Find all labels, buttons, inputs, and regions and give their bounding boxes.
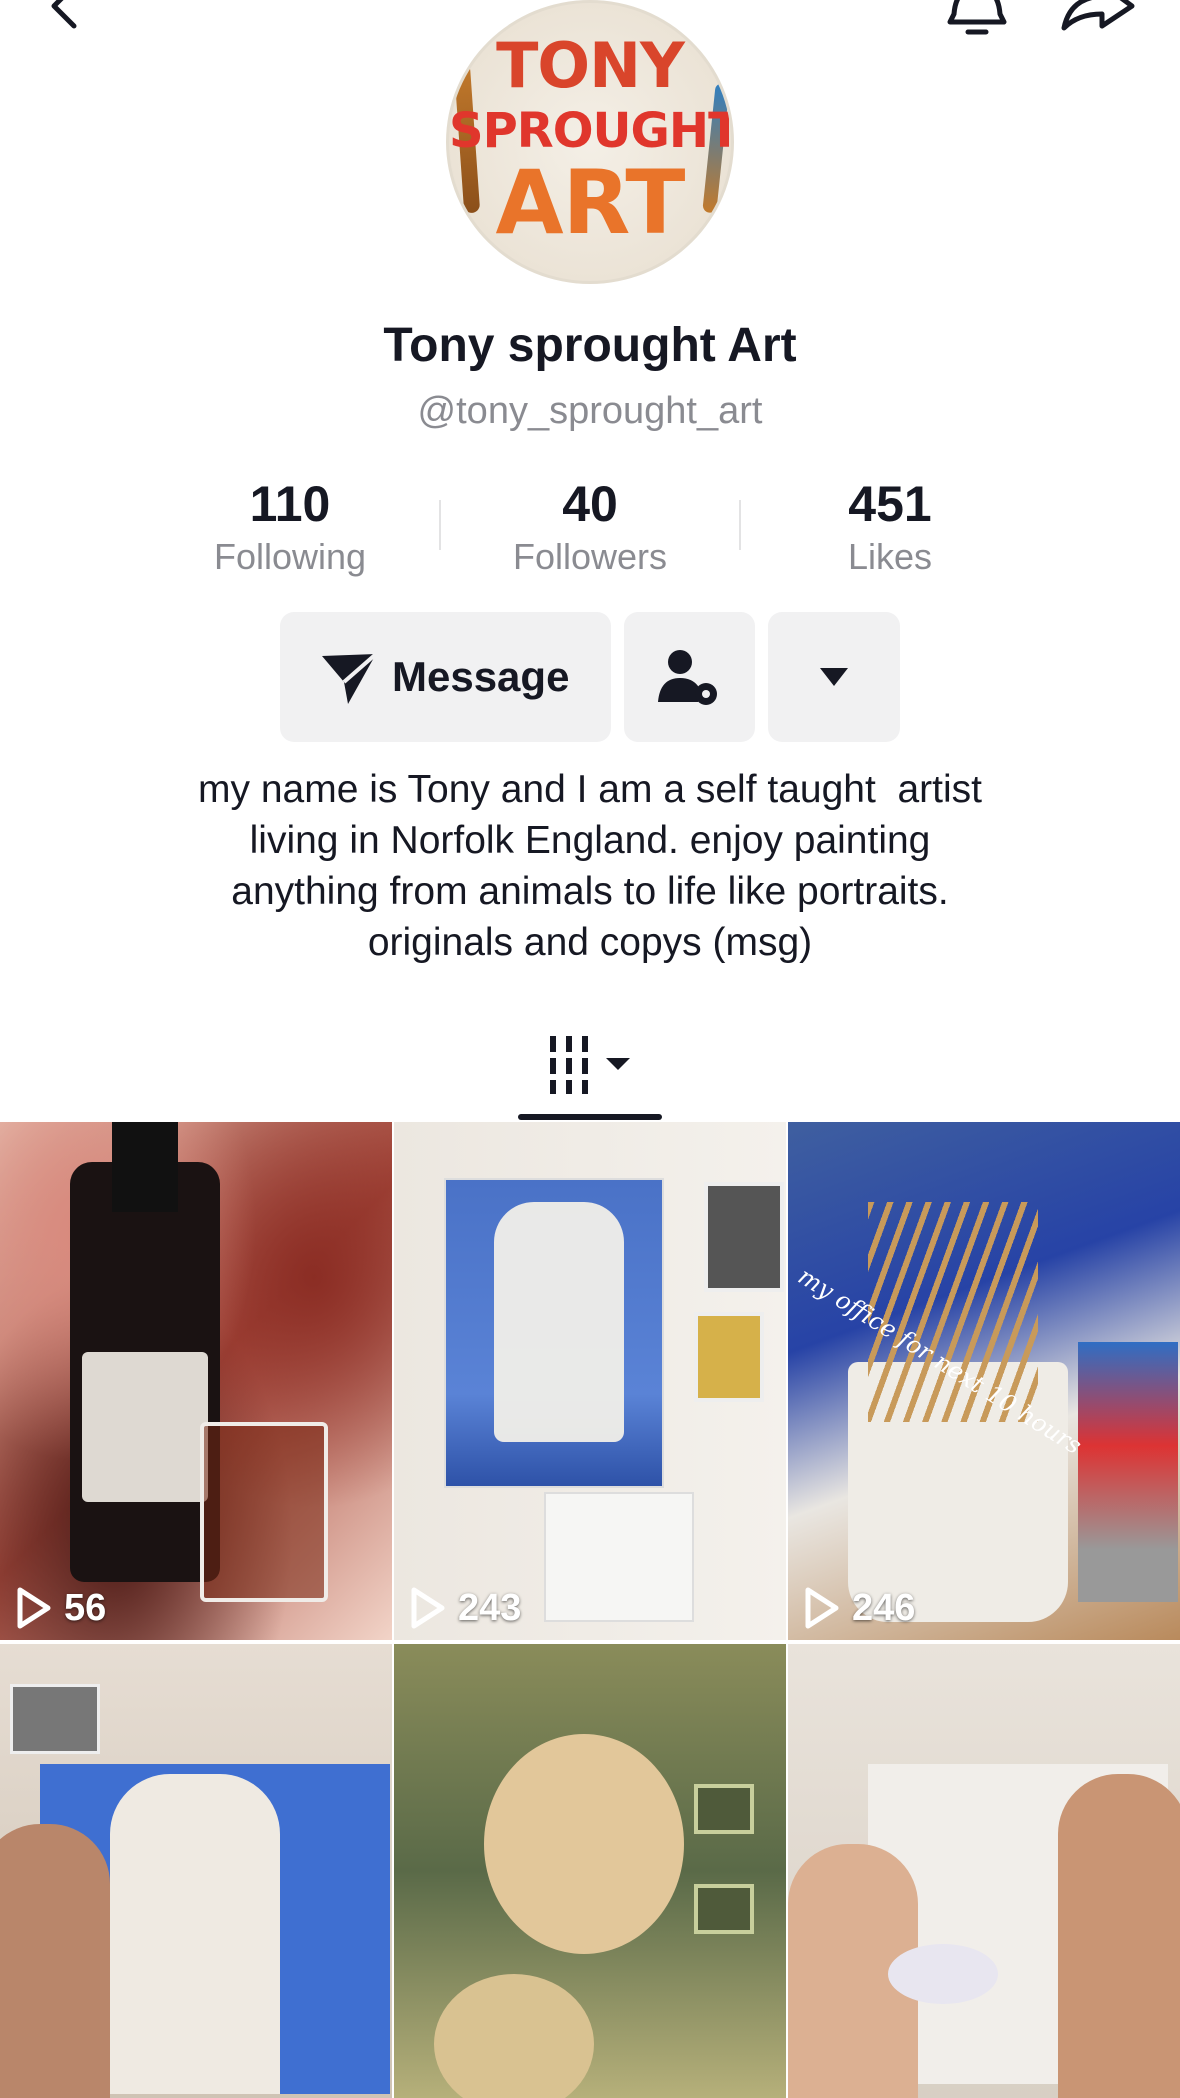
view-count-value: 243 <box>458 1586 522 1629</box>
stat-likes[interactable]: 451 Likes <box>740 474 1040 584</box>
view-count-value: 56 <box>64 1586 107 1629</box>
logo-text-line-1: TONY <box>496 29 685 102</box>
profile-logo: TONY SPROUGHT ART <box>446 0 734 284</box>
bio-line: living in Norfolk England. enjoy paintin… <box>249 819 931 862</box>
stat-value: 451 <box>848 476 932 532</box>
bio-line: anything from animals to life like portr… <box>231 870 949 913</box>
send-icon <box>322 652 378 704</box>
palette-graphic <box>888 1944 998 2004</box>
friend-settings-button[interactable] <box>624 612 755 742</box>
wall-frame-graphic <box>704 1182 784 1292</box>
stat-followers[interactable]: 40 Followers <box>440 474 740 584</box>
play-icon <box>411 1587 445 1629</box>
profile-display-name: Tony sprought Art <box>383 319 797 372</box>
couple-figure-graphic <box>110 1774 280 2094</box>
face-graphic <box>434 1974 594 2098</box>
video-tile[interactable]: 56 <box>0 1122 392 1640</box>
stat-label: Following <box>213 536 367 577</box>
content-tabs <box>0 1018 1180 1122</box>
tab-videos[interactable] <box>518 1018 662 1122</box>
stat-label: Followers <box>512 536 668 577</box>
glass-graphic <box>200 1422 328 1602</box>
play-icon <box>17 1587 51 1629</box>
profile-bio: my name is Tony and I am a self taught a… <box>80 764 1100 968</box>
message-button[interactable]: Message <box>280 612 611 742</box>
view-count: 246 <box>804 1586 915 1630</box>
stat-label: Likes <box>847 536 933 577</box>
radiator-graphic <box>544 1492 694 1622</box>
bottle-neck-graphic <box>112 1122 178 1212</box>
tab-active-indicator <box>518 1114 662 1120</box>
chevron-left-icon[interactable] <box>40 0 90 32</box>
couple-figure-graphic <box>494 1202 624 1442</box>
stat-value: 110 <box>249 476 331 532</box>
bell-icon[interactable] <box>942 0 1012 40</box>
stat-value: 40 <box>562 476 618 532</box>
share-arrow-icon[interactable] <box>1058 0 1138 34</box>
view-count: 243 <box>410 1586 521 1630</box>
video-tile[interactable] <box>788 1644 1180 2098</box>
person-graphic <box>0 1824 110 2098</box>
video-tile[interactable] <box>0 1644 392 2098</box>
video-grid: 56 243 my office for next 10 hours 246 <box>0 1122 1180 2098</box>
bio-line: originals and copys (msg) <box>367 921 813 964</box>
video-tile[interactable] <box>394 1644 786 2098</box>
profile-stats: 110 Following 40 Followers 451 Likes <box>140 474 1040 584</box>
bottle-label-graphic <box>82 1352 208 1502</box>
stat-following[interactable]: 110 Following <box>140 474 440 584</box>
user-settings-icon <box>658 650 717 705</box>
person-graphic <box>1058 1774 1180 2098</box>
video-tile[interactable]: 243 <box>394 1122 786 1640</box>
video-tile[interactable]: my office for next 10 hours 246 <box>788 1122 1180 1640</box>
avatar[interactable]: TONY SPROUGHT ART <box>446 0 734 284</box>
caret-down-icon <box>820 668 848 686</box>
grid-icon <box>550 1036 630 1094</box>
more-options-button[interactable] <box>768 612 900 742</box>
wall-frame-graphic <box>694 1784 754 1834</box>
view-count: 56 <box>16 1586 106 1630</box>
wall-frame-graphic <box>694 1312 764 1402</box>
message-button-label: Message <box>392 653 570 700</box>
view-count-value: 246 <box>852 1586 916 1629</box>
logo-text-line-3: ART <box>495 151 686 254</box>
wall-frame-graphic <box>694 1884 754 1934</box>
profile-handle: @tony_sprought_art <box>417 390 763 432</box>
wall-frame-graphic <box>10 1684 100 1754</box>
play-icon <box>805 1587 839 1629</box>
face-graphic <box>484 1734 684 1954</box>
bio-line: my name is Tony and I am a self taught a… <box>198 768 982 811</box>
